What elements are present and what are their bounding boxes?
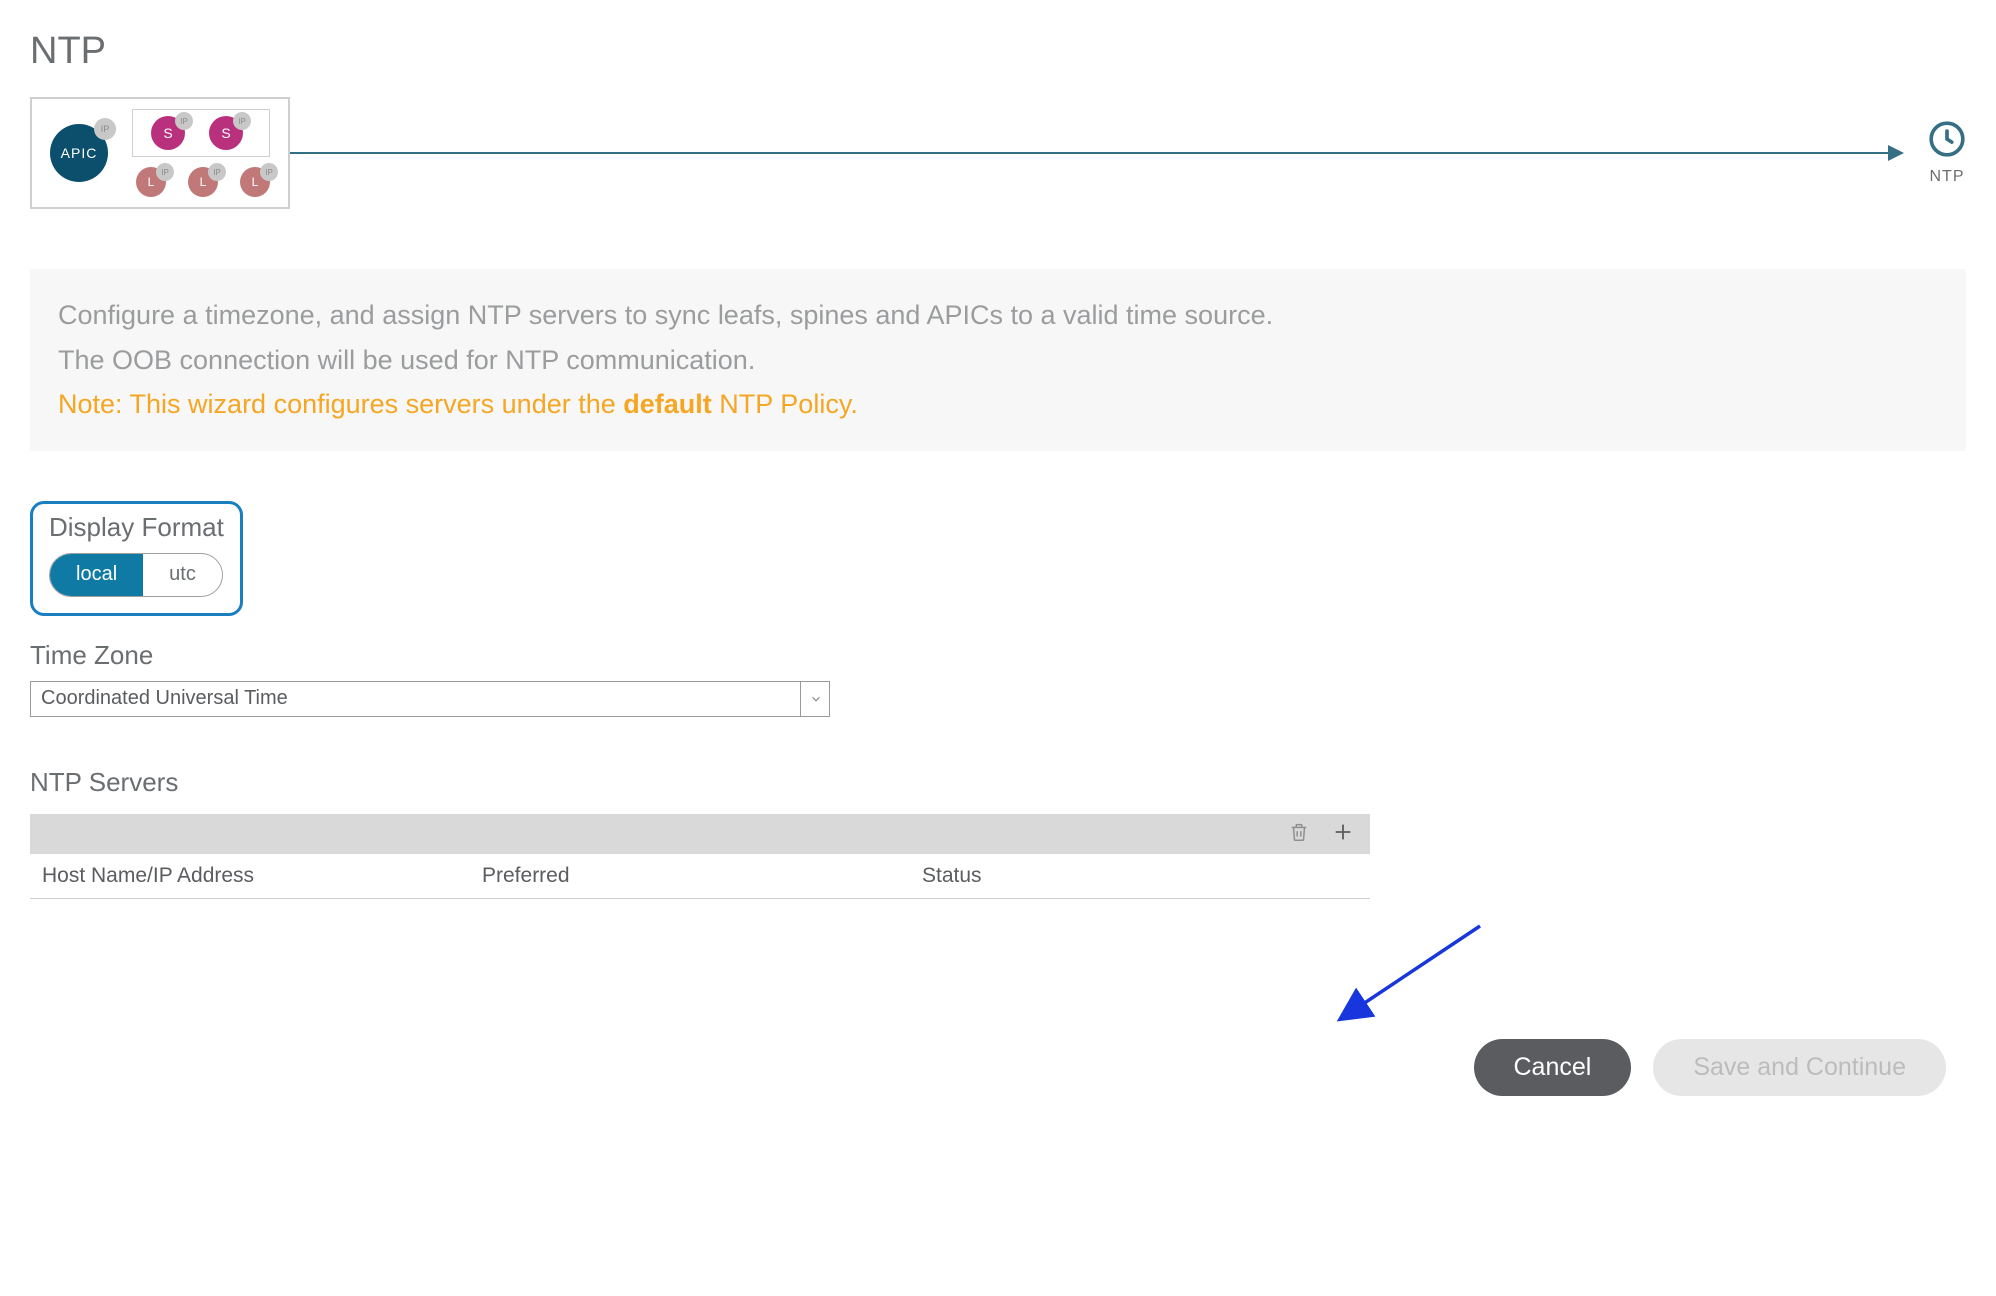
ntp-target-label: NTP: [1930, 168, 1965, 186]
add-server-button[interactable]: [1332, 821, 1354, 846]
display-format-section: Display Format local utc: [30, 501, 1966, 616]
save-continue-button: Save and Continue: [1653, 1039, 1946, 1096]
spine-node: S IP: [151, 116, 185, 150]
display-format-local-button[interactable]: local: [50, 554, 143, 596]
leaf-node: L IP: [136, 167, 166, 197]
spines-box: S IP S IP: [132, 109, 270, 157]
column-preferred: Preferred: [482, 864, 922, 888]
note-suffix: NTP Policy.: [712, 389, 858, 419]
footer-actions: Cancel Save and Continue: [30, 1039, 1966, 1096]
display-format-highlight: Display Format local utc: [30, 501, 243, 616]
page-title: NTP: [30, 30, 1966, 73]
topology-row: APIC IP S IP S IP L IP L: [30, 97, 1966, 209]
ip-badge-icon: IP: [175, 112, 193, 130]
time-zone-select[interactable]: [30, 681, 830, 717]
ntp-servers-toolbar: [30, 814, 1370, 854]
leaf-node: L IP: [188, 167, 218, 197]
ip-badge-icon: IP: [233, 112, 251, 130]
display-format-label: Display Format: [49, 512, 224, 543]
delete-server-button[interactable]: [1288, 821, 1310, 846]
time-zone-section: Time Zone: [30, 640, 1966, 717]
time-zone-label: Time Zone: [30, 640, 1966, 671]
apic-node: APIC IP: [50, 124, 108, 182]
column-status: Status: [922, 864, 1358, 888]
annotation-arrow-icon: [1330, 918, 1490, 1028]
ntp-servers-header: Host Name/IP Address Preferred Status: [30, 854, 1370, 899]
note-prefix: Note: This wizard configures servers und…: [58, 389, 623, 419]
plus-icon: [1332, 821, 1354, 846]
ntp-servers-label: NTP Servers: [30, 767, 1370, 798]
spine-node: S IP: [209, 116, 243, 150]
ip-badge-icon: IP: [94, 118, 116, 140]
leaf-node: L IP: [240, 167, 270, 197]
clock-icon: [1928, 120, 1966, 164]
switch-group: S IP S IP L IP L IP L IP: [132, 109, 270, 197]
ip-badge-icon: IP: [208, 163, 226, 181]
arrow-connector: [290, 152, 1902, 154]
trash-icon: [1288, 821, 1310, 846]
info-line: The OOB connection will be used for NTP …: [58, 338, 1938, 383]
display-format-utc-button[interactable]: utc: [143, 554, 222, 596]
display-format-toggle[interactable]: local utc: [49, 553, 223, 597]
ntp-target: NTP: [1928, 120, 1966, 186]
ip-badge-icon: IP: [260, 163, 278, 181]
info-line: Configure a timezone, and assign NTP ser…: [58, 293, 1938, 338]
leaves-row: L IP L IP L IP: [132, 167, 270, 197]
note-bold: default: [623, 389, 712, 419]
ntp-servers-section: NTP Servers Host Name/IP Address Preferr…: [30, 767, 1370, 899]
ip-badge-icon: IP: [156, 163, 174, 181]
info-box: Configure a timezone, and assign NTP ser…: [30, 269, 1966, 451]
fabric-topology: APIC IP S IP S IP L IP L: [30, 97, 290, 209]
column-host: Host Name/IP Address: [42, 864, 482, 888]
info-note: Note: This wizard configures servers und…: [58, 382, 1938, 427]
cancel-button[interactable]: Cancel: [1474, 1039, 1632, 1096]
time-zone-field[interactable]: [30, 681, 830, 717]
